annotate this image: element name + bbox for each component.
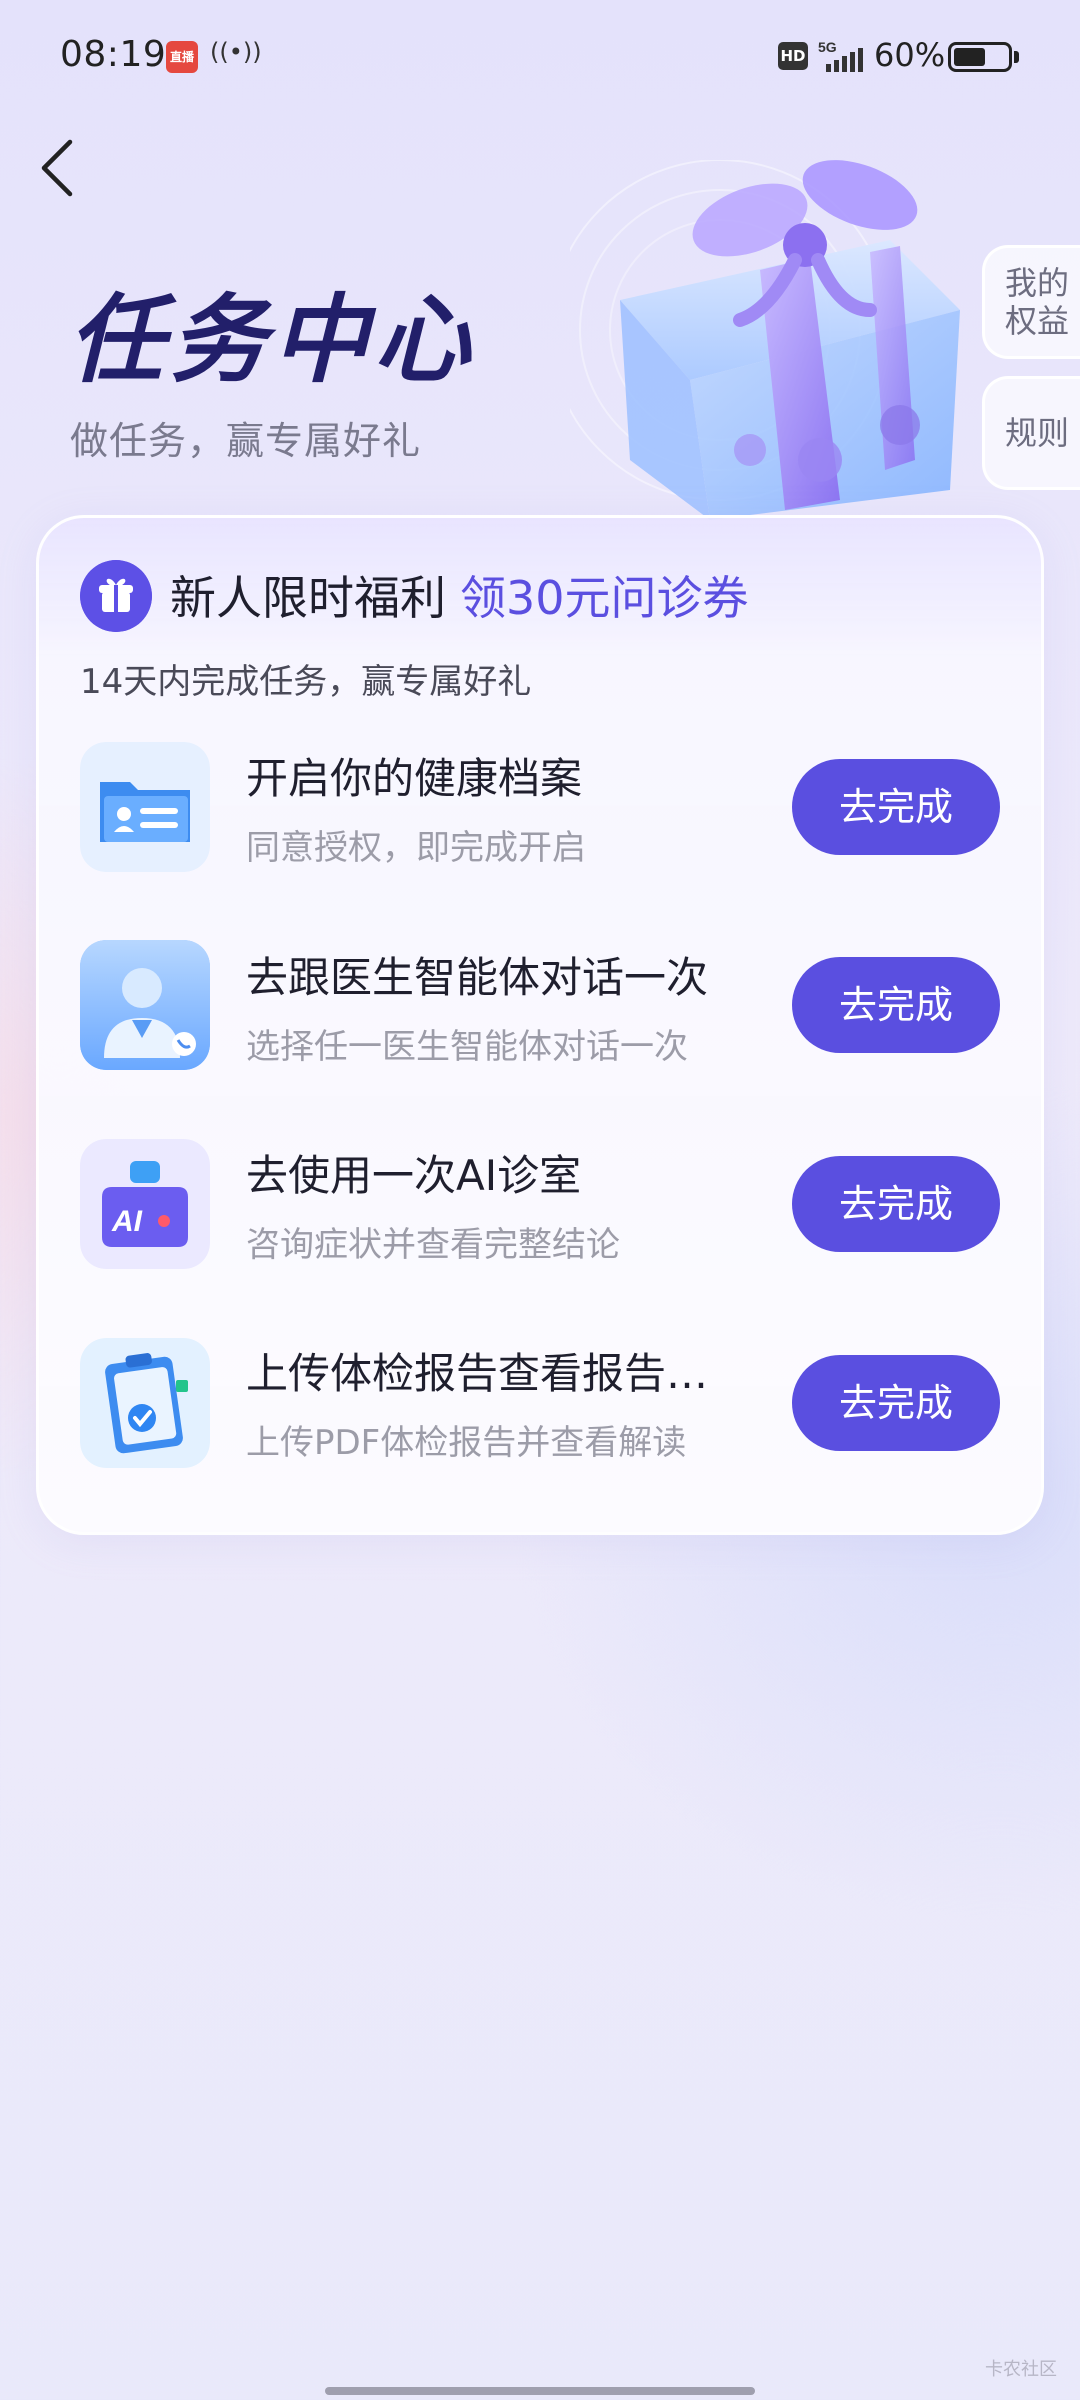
welfare-heading-text: 新人限时福利 (170, 571, 446, 625)
task-title: 去跟医生智能体对话一次 (246, 953, 709, 1002)
svg-text:AI: AI (111, 1205, 143, 1238)
live-app-icon: 直播 (166, 41, 198, 73)
hd-icon: HD (778, 42, 808, 70)
task-complete-button[interactable]: 去完成 (792, 1156, 1000, 1252)
battery-percent: 60% (874, 36, 946, 74)
doctor-agent-icon (80, 940, 210, 1070)
battery-icon (948, 42, 1012, 72)
gift-icon (80, 560, 152, 632)
svg-text:5G: 5G (818, 39, 837, 55)
rules-tab[interactable]: 规则 (982, 376, 1080, 490)
task-title: 上传体检报告查看报告… (246, 1349, 709, 1398)
task-title: 去使用一次AI诊室 (246, 1151, 582, 1200)
page-title: 任务中心 (68, 284, 476, 396)
coupon-highlight: 领30元问诊券 (460, 571, 749, 625)
task-desc: 上传PDF体检报告并查看解读 (246, 1423, 687, 1463)
signal-5g-icon: 5G (818, 39, 863, 72)
task-title: 开启你的健康档案 (246, 754, 583, 803)
task-complete-button[interactable]: 去完成 (792, 957, 1000, 1053)
battery-tip (1014, 51, 1019, 63)
task-desc: 选择任一医生智能体对话一次 (246, 1027, 688, 1067)
page-subtitle: 做任务，赢专属好礼 (70, 419, 422, 463)
gift-box-illustration (570, 160, 960, 520)
my-benefits-tab[interactable]: 我的权益 (982, 245, 1080, 359)
task-complete-button[interactable]: 去完成 (792, 759, 1000, 855)
rules-label: 规则 (1004, 413, 1069, 452)
ai-clinic-icon: AI (80, 1139, 210, 1269)
health-record-icon (80, 742, 210, 872)
my-benefits-label: 我的权益 (1004, 263, 1069, 340)
watermark: 卡农社区 (985, 2359, 1057, 2380)
welfare-heading: 新人限时福利 领30元问诊券 (170, 562, 749, 628)
welfare-subtitle: 14天内完成任务，赢专属好礼 (80, 662, 532, 702)
task-desc: 同意授权，即完成开启 (246, 828, 586, 868)
nfc-radio-icon: ((•)) (210, 38, 262, 66)
home-indicator[interactable] (325, 2387, 755, 2395)
report-clipboard-icon (80, 1338, 210, 1468)
status-time: 08:19 (60, 34, 167, 75)
task-desc: 咨询症状并查看完整结论 (246, 1225, 620, 1265)
back-arrow-icon[interactable] (36, 136, 80, 200)
task-complete-button[interactable]: 去完成 (792, 1355, 1000, 1451)
